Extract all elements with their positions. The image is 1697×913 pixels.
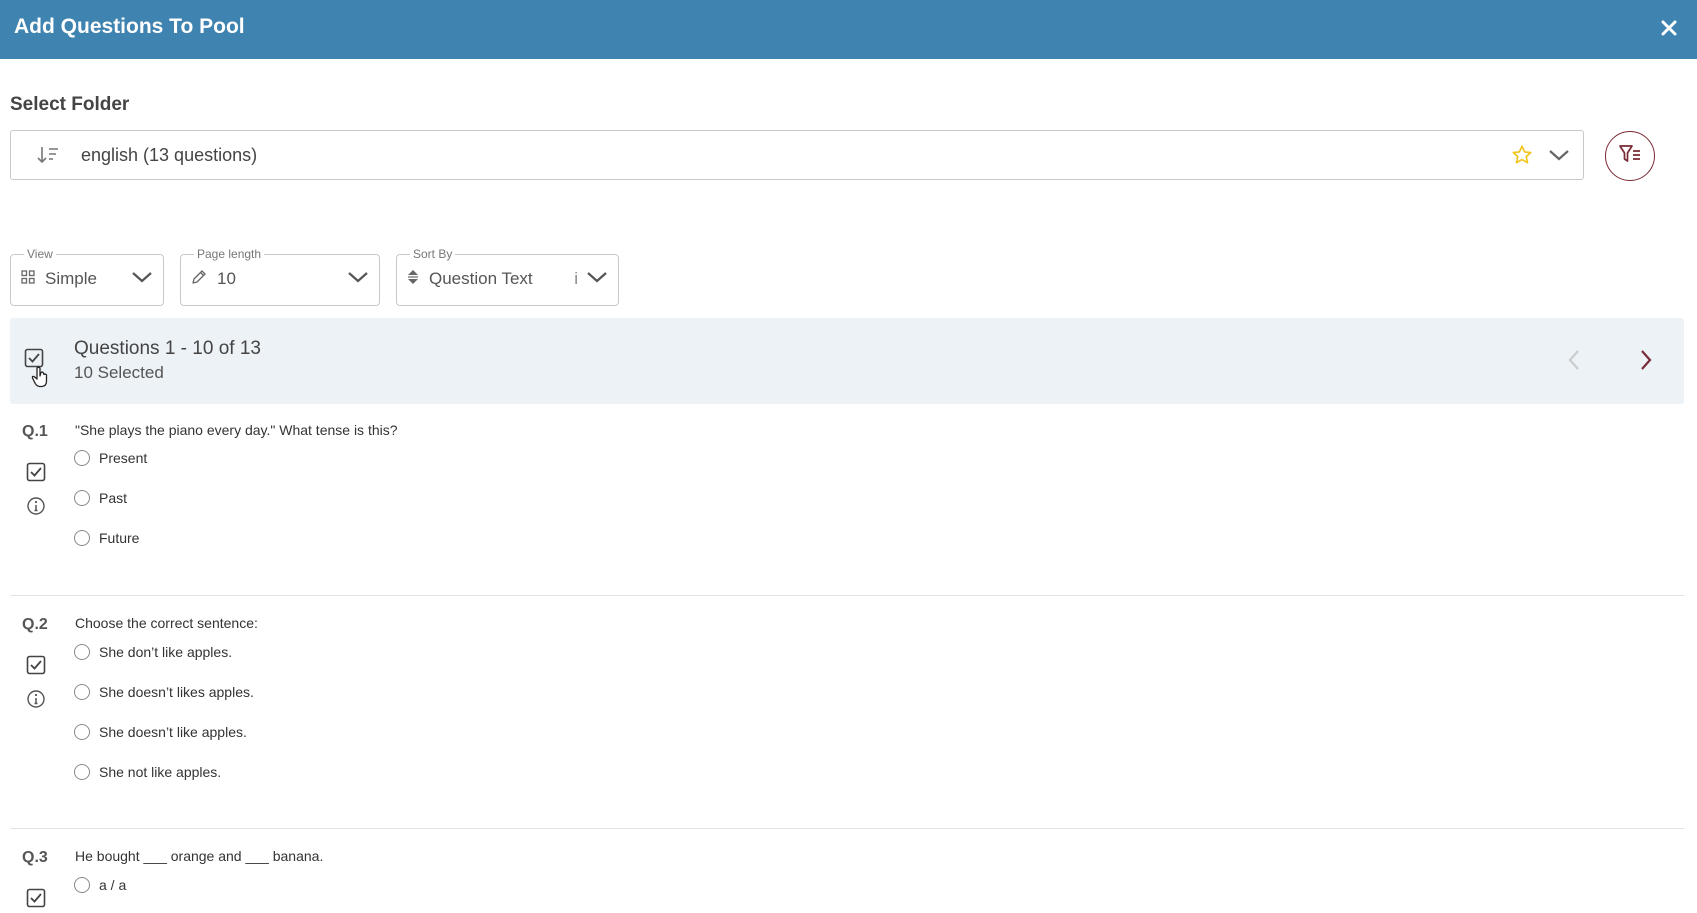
hand-cursor-icon <box>31 366 49 393</box>
view-select[interactable]: View Simple <box>10 247 164 306</box>
info-circle-icon[interactable] <box>26 689 46 714</box>
chevron-down-icon <box>131 269 153 290</box>
info-circle-icon[interactable] <box>26 496 46 521</box>
info-icon[interactable]: i <box>574 269 578 289</box>
divider <box>10 828 1684 829</box>
next-page-icon[interactable] <box>1638 348 1654 377</box>
grid-icon <box>21 269 35 289</box>
radio-button[interactable] <box>74 684 90 700</box>
sort-by-legend: Sort By <box>413 247 453 261</box>
folder-select[interactable]: english (13 questions) <box>10 130 1584 180</box>
option-label: Present <box>99 450 148 466</box>
question-text: He bought ___ orange and ___ banana. <box>75 848 324 864</box>
radio-button[interactable] <box>74 877 90 893</box>
question-text: Choose the correct sentence: <box>75 615 258 631</box>
answer-option[interactable]: She don’t like apples. <box>74 644 232 660</box>
answer-option[interactable]: a / a <box>74 877 126 893</box>
question-checkbox[interactable] <box>26 462 46 487</box>
pencil-icon <box>191 269 207 290</box>
radio-button[interactable] <box>74 490 90 506</box>
option-label: She doesn’t like apples. <box>99 724 247 740</box>
option-label: She not like apples. <box>99 764 222 780</box>
filter-icon <box>1618 143 1642 170</box>
divider <box>10 595 1684 596</box>
answer-option[interactable]: She not like apples. <box>74 764 221 780</box>
question-number: Q.1 <box>22 423 48 440</box>
favorite-star-icon[interactable] <box>1511 144 1533 171</box>
questions-range: Questions 1 - 10 of 13 <box>74 338 261 359</box>
chevron-down-icon[interactable] <box>1547 145 1571 170</box>
question-checkbox[interactable] <box>26 888 46 913</box>
answer-option[interactable]: She doesn’t likes apples. <box>74 684 254 700</box>
dialog-title: Add Questions To Pool <box>14 15 245 38</box>
close-icon[interactable] <box>1653 12 1685 44</box>
answer-option[interactable]: Past <box>74 490 127 506</box>
question-checkbox[interactable] <box>26 655 46 680</box>
option-label: She doesn’t likes apples. <box>99 684 254 700</box>
answer-option[interactable]: Future <box>74 530 139 546</box>
chevron-down-icon <box>586 269 608 290</box>
page-length-value: 10 <box>217 269 236 288</box>
previous-page-icon[interactable] <box>1566 348 1582 377</box>
sort-descending-icon <box>37 145 59 170</box>
page-length-select[interactable]: Page length 10 <box>180 247 380 306</box>
radio-button[interactable] <box>74 450 90 466</box>
option-label: Future <box>99 530 140 546</box>
answer-option[interactable]: She doesn’t like apples. <box>74 724 247 740</box>
radio-button[interactable] <box>74 724 90 740</box>
dialog-header: Add Questions To Pool <box>0 0 1697 59</box>
radio-button[interactable] <box>74 644 90 660</box>
sort-by-value: Question Text <box>429 269 533 288</box>
results-summary-bar: Questions 1 - 10 of 13 10 Selected <box>10 318 1684 404</box>
answer-option[interactable]: Present <box>74 450 147 466</box>
folder-selected-value: english (13 questions) <box>81 145 258 165</box>
sort-updown-icon <box>407 269 419 290</box>
sort-by-select[interactable]: Sort By Question Text i <box>396 247 619 306</box>
question-number: Q.2 <box>22 616 48 633</box>
select-folder-label: Select Folder <box>10 94 130 115</box>
page-length-legend: Page length <box>197 247 262 261</box>
view-legend: View <box>27 247 53 261</box>
option-label: Past <box>99 490 128 506</box>
question-number: Q.3 <box>22 849 48 866</box>
filter-button[interactable] <box>1605 131 1655 181</box>
radio-button[interactable] <box>74 764 90 780</box>
option-label: a / a <box>99 877 127 893</box>
selected-count: 10 Selected <box>74 363 164 382</box>
option-label: She don’t like apples. <box>99 644 233 660</box>
view-value: Simple <box>45 269 97 288</box>
chevron-down-icon <box>347 269 369 290</box>
question-text: "She plays the piano every day." What te… <box>75 422 398 438</box>
radio-button[interactable] <box>74 530 90 546</box>
